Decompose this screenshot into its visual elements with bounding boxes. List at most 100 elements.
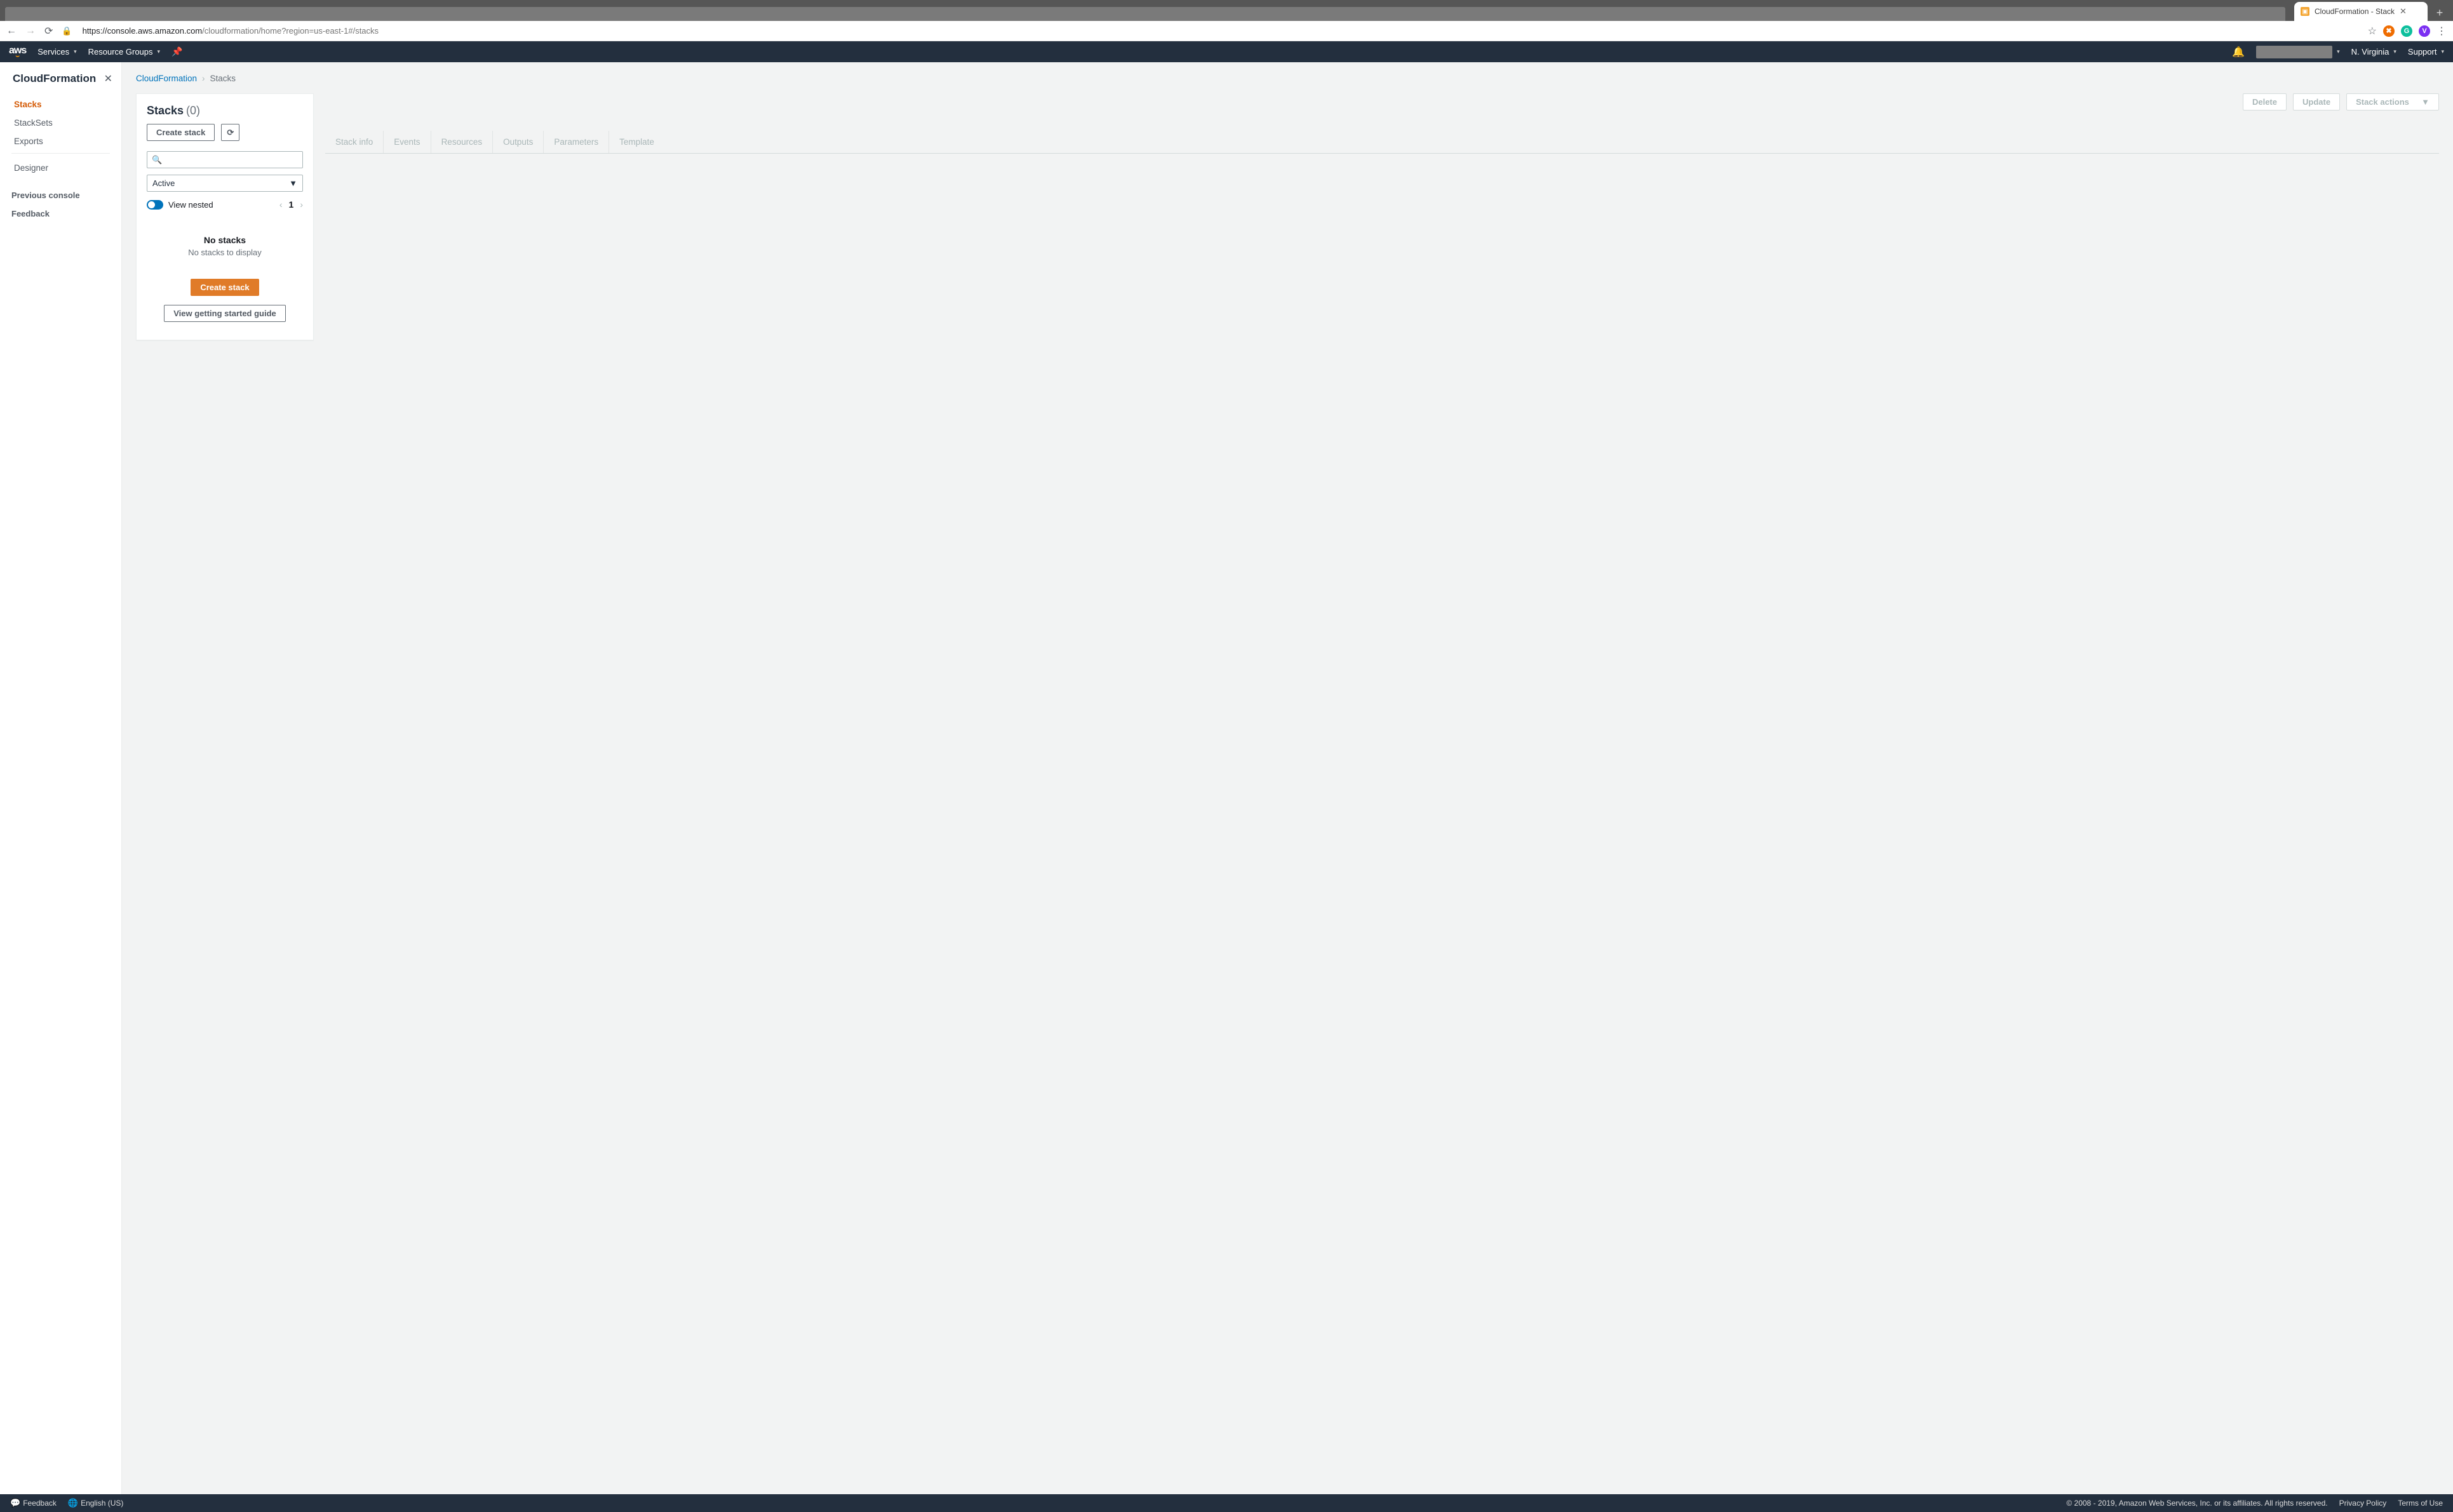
empty-state: No stacks No stacks to display Create st… (137, 217, 313, 340)
region-menu[interactable]: N. Virginia ▾ (2351, 47, 2396, 57)
kebab-menu-icon[interactable]: ⋮ (2436, 25, 2447, 37)
collapse-sidebar-icon[interactable]: ✕ (104, 72, 112, 85)
tab-template[interactable]: Template (609, 131, 664, 153)
caret-down-icon: ▾ (2337, 48, 2340, 55)
tab-parameters[interactable]: Parameters (544, 131, 609, 153)
breadcrumb-root[interactable]: CloudFormation (136, 74, 197, 83)
footer-copyright: © 2008 - 2019, Amazon Web Services, Inc.… (2066, 1499, 2327, 1508)
reload-icon[interactable]: ⟳ (44, 25, 53, 37)
sidebar-previous-console[interactable]: Previous console (0, 186, 121, 204)
stacks-filter: Active ▼ (147, 175, 303, 192)
address-bar-right: ☆ ✖ G V ⋮ (2368, 25, 2447, 37)
app-body: CloudFormation ✕ Stacks StackSets Export… (0, 62, 2453, 1494)
close-tab-icon[interactable]: ✕ (2400, 6, 2407, 17)
caret-down-icon: ▾ (74, 48, 77, 55)
refresh-button[interactable]: ⟳ (221, 124, 239, 141)
search-input[interactable] (147, 151, 303, 168)
pager: ‹ 1 › (279, 199, 303, 210)
main-row: Stacks (0) Create stack ⟳ 🔍 Active ▼ (122, 87, 2453, 340)
account-menu[interactable]: ▾ (2256, 46, 2340, 58)
footer-language-label: English (US) (81, 1499, 123, 1508)
new-tab-button[interactable]: + (2431, 4, 2448, 21)
tab-events[interactable]: Events (384, 131, 431, 153)
stacks-panel-header: Stacks (0) Create stack ⟳ (137, 94, 313, 147)
chevron-right-icon: › (202, 74, 205, 83)
sidebar-item-designer[interactable]: Designer (0, 159, 121, 177)
pager-prev-icon[interactable]: ‹ (279, 199, 283, 210)
services-menu[interactable]: Services▾ (37, 47, 76, 57)
browser-address-bar: ← → ⟳ 🔒 https://console.aws.amazon.com/c… (0, 21, 2453, 41)
extension-icon-1[interactable]: ✖ (2383, 25, 2395, 37)
aws-logo-icon[interactable]: aws⌣ (9, 46, 26, 58)
notifications-bell-icon[interactable]: 🔔 (2232, 46, 2245, 58)
url-path: /cloudformation/home?region=us-east-1#/s… (202, 26, 379, 36)
footer-feedback[interactable]: 💬Feedback (10, 1498, 57, 1508)
empty-state-subtitle: No stacks to display (147, 248, 303, 257)
tab-outputs[interactable]: Outputs (493, 131, 544, 153)
support-label: Support (2408, 47, 2437, 57)
sidebar-nav: Stacks StackSets Exports Designer (0, 95, 121, 186)
aws-footer: 💬Feedback 🌐English (US) © 2008 - 2019, A… (0, 1494, 2453, 1512)
sidebar-item-stacksets[interactable]: StackSets (0, 114, 121, 132)
profile-avatar-icon[interactable]: V (2419, 25, 2430, 37)
speech-bubble-icon: 💬 (10, 1498, 20, 1508)
back-icon[interactable]: ← (6, 25, 17, 37)
footer-language[interactable]: 🌐English (US) (68, 1498, 124, 1508)
resource-groups-label: Resource Groups (88, 47, 153, 57)
detail-actions: Delete Update Stack actions ▼ (325, 93, 2439, 110)
caret-down-icon: ▾ (158, 48, 161, 55)
stack-detail: Delete Update Stack actions ▼ Stack info… (325, 93, 2439, 154)
search-icon: 🔍 (152, 155, 162, 165)
sidebar-feedback[interactable]: Feedback (0, 204, 121, 223)
caret-down-icon: ▼ (289, 178, 297, 188)
url-field[interactable]: https://console.aws.amazon.com/cloudform… (83, 26, 2359, 36)
forward-icon[interactable]: → (25, 25, 36, 37)
refresh-icon: ⟳ (227, 128, 234, 138)
sidebar-header: CloudFormation ✕ (0, 72, 121, 95)
tab-stack-info[interactable]: Stack info (325, 131, 384, 153)
pin-icon[interactable]: 📌 (171, 46, 182, 57)
support-menu[interactable]: Support ▾ (2408, 47, 2444, 57)
caret-down-icon: ▾ (2441, 48, 2444, 55)
sidebar-item-stacks[interactable]: Stacks (0, 95, 121, 114)
resource-groups-menu[interactable]: Resource Groups ▾ (88, 47, 160, 57)
view-getting-started-button[interactable]: View getting started guide (164, 305, 286, 322)
delete-button[interactable]: Delete (2243, 93, 2287, 110)
status-filter-select[interactable]: Active ▼ (147, 175, 303, 192)
sidebar-item-exports[interactable]: Exports (0, 132, 121, 151)
stacks-search: 🔍 (147, 151, 303, 168)
caret-down-icon: ▾ (2393, 48, 2396, 55)
content-area: CloudFormation › Stacks Stacks (0) Creat… (122, 62, 2453, 1494)
stacks-count: (0) (186, 104, 200, 117)
tab-resources[interactable]: Resources (431, 131, 494, 153)
aws-top-nav: aws⌣ Services▾ Resource Groups ▾ 📌 🔔 ▾ N.… (0, 41, 2453, 62)
view-nested-toggle-group: View nested (147, 200, 213, 210)
sidebar-divider (11, 153, 110, 154)
account-placeholder (2256, 46, 2332, 58)
pager-next-icon[interactable]: › (300, 199, 303, 210)
stack-actions-label: Stack actions (2356, 97, 2409, 107)
sidebar: CloudFormation ✕ Stacks StackSets Export… (0, 62, 122, 1494)
extension-icon-2[interactable]: G (2401, 25, 2412, 37)
footer-terms-link[interactable]: Terms of Use (2398, 1499, 2443, 1508)
cloudformation-favicon-icon: ▣ (2301, 7, 2309, 16)
create-stack-button[interactable]: Create stack (147, 124, 215, 141)
view-nested-row: View nested ‹ 1 › (147, 199, 303, 210)
footer-privacy-link[interactable]: Privacy Policy (2339, 1499, 2387, 1508)
sidebar-title: CloudFormation (13, 72, 96, 85)
caret-down-icon: ▼ (2421, 97, 2429, 107)
lock-icon: 🔒 (62, 26, 72, 36)
view-nested-toggle[interactable] (147, 200, 163, 210)
view-nested-label: View nested (168, 200, 213, 210)
region-label: N. Virginia (2351, 47, 2389, 57)
empty-state-title: No stacks (147, 235, 303, 245)
update-button[interactable]: Update (2293, 93, 2340, 110)
star-icon[interactable]: ☆ (2368, 25, 2377, 37)
stacks-title-text: Stacks (147, 104, 184, 117)
empty-create-stack-button[interactable]: Create stack (191, 279, 259, 296)
globe-icon: 🌐 (68, 1498, 78, 1508)
browser-tab-active[interactable]: ▣ CloudFormation - Stack ✕ (2294, 2, 2428, 21)
tab-spacer (5, 7, 2285, 21)
browser-tabbar: ▣ CloudFormation - Stack ✕ + (0, 0, 2453, 21)
stack-actions-button[interactable]: Stack actions ▼ (2346, 93, 2439, 110)
